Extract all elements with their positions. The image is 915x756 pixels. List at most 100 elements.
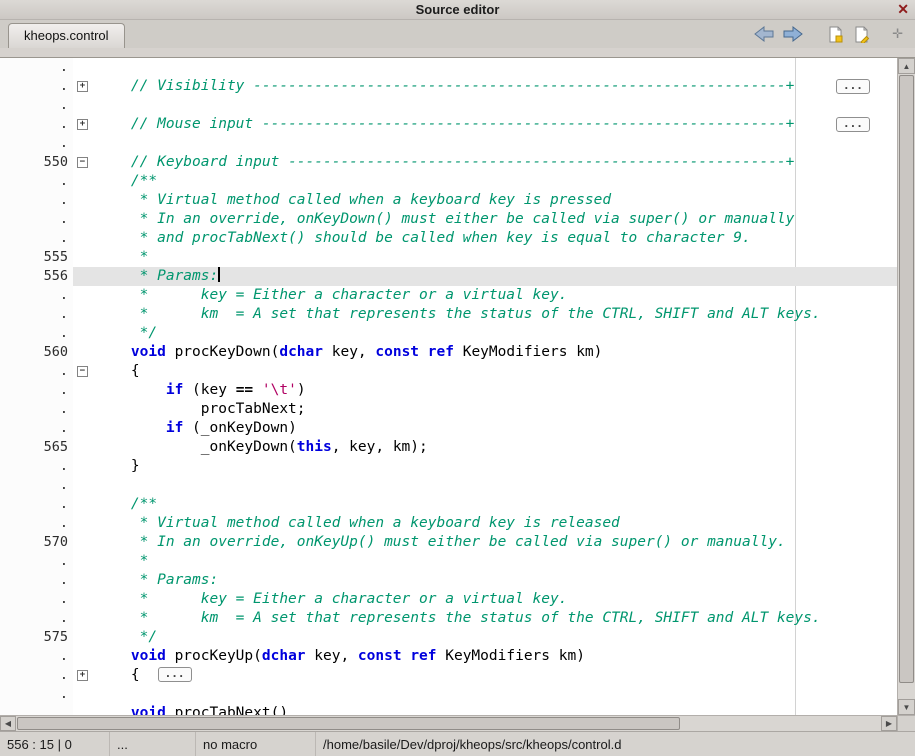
- code-line[interactable]: . /**: [0, 172, 897, 191]
- chrome-spacer: [0, 48, 915, 57]
- line-number: .: [0, 96, 73, 115]
- save-file-as-icon[interactable]: [853, 26, 870, 43]
- fold-margin: [73, 476, 95, 495]
- code-line[interactable]: .+ {...: [0, 666, 897, 685]
- line-number: .: [0, 552, 73, 571]
- code-line[interactable]: 565 _onKeyDown(this, key, km);: [0, 438, 897, 457]
- code-lines[interactable]: ..+ // Visibility ----------------------…: [0, 58, 897, 715]
- folded-code-ellipsis[interactable]: ...: [836, 117, 870, 132]
- code-text: void procKeyDown(dchar key, const ref Ke…: [95, 343, 897, 362]
- code-line[interactable]: .: [0, 96, 897, 115]
- scroll-down-icon[interactable]: ▼: [898, 699, 915, 715]
- code-text: * In an override, onKeyDown() must eithe…: [95, 210, 897, 229]
- forward-arrow-icon[interactable]: [783, 26, 803, 42]
- code-line[interactable]: . void procTabNext(): [0, 704, 897, 715]
- code-text: procTabNext;: [95, 400, 897, 419]
- fold-margin: [73, 457, 95, 476]
- code-line[interactable]: .: [0, 476, 897, 495]
- code-line[interactable]: . }: [0, 457, 897, 476]
- fold-collapse-icon[interactable]: −: [77, 157, 88, 168]
- line-number: .: [0, 647, 73, 666]
- fold-margin[interactable]: −: [73, 153, 95, 172]
- code-line[interactable]: .− {: [0, 362, 897, 381]
- code-line[interactable]: 555 *: [0, 248, 897, 267]
- vertical-scroll-thumb[interactable]: [899, 75, 914, 683]
- fold-margin[interactable]: −: [73, 362, 95, 381]
- horizontal-scrollbar[interactable]: ◀ ▶: [0, 716, 897, 731]
- code-line[interactable]: . /**: [0, 495, 897, 514]
- code-line[interactable]: 575 */: [0, 628, 897, 647]
- code-line[interactable]: . if (key == '\t'): [0, 381, 897, 400]
- code-line[interactable]: . * Params:: [0, 571, 897, 590]
- code-text: */: [95, 628, 897, 647]
- code-line[interactable]: .: [0, 685, 897, 704]
- scrollbar-corner: [897, 716, 915, 731]
- line-number: .: [0, 419, 73, 438]
- code-text: void procTabNext(): [95, 704, 897, 715]
- vertical-scrollbar[interactable]: ▲ ▼: [897, 58, 915, 715]
- code-line[interactable]: 556 * Params:: [0, 267, 897, 286]
- scroll-up-icon[interactable]: ▲: [898, 58, 915, 74]
- fold-margin: [73, 438, 95, 457]
- fold-margin: [73, 381, 95, 400]
- code-text: {: [95, 362, 897, 381]
- titlebar[interactable]: Source editor ✕: [0, 0, 915, 20]
- status-file-path: /home/basile/Dev/dproj/kheops/src/kheops…: [316, 732, 915, 756]
- back-arrow-icon[interactable]: [754, 26, 774, 42]
- code-line[interactable]: . * key = Either a character or a virtua…: [0, 286, 897, 305]
- code-line[interactable]: 570 * In an override, onKeyUp() must eit…: [0, 533, 897, 552]
- code-line[interactable]: . *: [0, 552, 897, 571]
- code-text: // Keyboard input ----------------------…: [95, 153, 897, 172]
- fold-margin[interactable]: +: [73, 666, 95, 685]
- code-line[interactable]: . */: [0, 324, 897, 343]
- code-line[interactable]: . * km = A set that represents the statu…: [0, 305, 897, 324]
- fold-margin: [73, 609, 95, 628]
- fold-margin[interactable]: +: [73, 115, 95, 134]
- line-number: 570: [0, 533, 73, 552]
- fold-margin: [73, 628, 95, 647]
- code-line[interactable]: .+ // Visibility -----------------------…: [0, 77, 897, 96]
- scroll-left-icon[interactable]: ◀: [0, 716, 16, 731]
- code-line[interactable]: . procTabNext;: [0, 400, 897, 419]
- tab-kheops-control[interactable]: kheops.control: [8, 23, 125, 48]
- code-line[interactable]: . if (_onKeyDown): [0, 419, 897, 438]
- code-editor[interactable]: ..+ // Visibility ----------------------…: [0, 57, 915, 715]
- code-line[interactable]: . * Virtual method called when a keyboar…: [0, 191, 897, 210]
- code-line[interactable]: . * key = Either a character or a virtua…: [0, 590, 897, 609]
- window-title: Source editor: [416, 2, 500, 17]
- code-line[interactable]: . void procKeyUp(dchar key, const ref Ke…: [0, 647, 897, 666]
- fold-margin[interactable]: +: [73, 77, 95, 96]
- line-number: .: [0, 229, 73, 248]
- tab-bar: kheops.control: [0, 20, 915, 48]
- scroll-right-icon[interactable]: ▶: [881, 716, 897, 731]
- code-line[interactable]: . * and procTabNext() should be called w…: [0, 229, 897, 248]
- code-text: *: [95, 248, 897, 267]
- save-file-icon[interactable]: [827, 26, 844, 43]
- line-number: .: [0, 495, 73, 514]
- fold-collapse-icon[interactable]: −: [77, 366, 88, 377]
- code-line[interactable]: . * In an override, onKeyDown() must eit…: [0, 210, 897, 229]
- code-line[interactable]: . * Virtual method called when a keyboar…: [0, 514, 897, 533]
- toolbar-grip-icon[interactable]: ✛: [892, 26, 903, 42]
- fold-expand-icon[interactable]: +: [77, 119, 88, 130]
- code-line[interactable]: 560 void procKeyDown(dchar key, const re…: [0, 343, 897, 362]
- status-bar: 556 : 15 | 0 ... no macro /home/basile/D…: [0, 731, 915, 756]
- close-icon[interactable]: ✕: [897, 1, 909, 18]
- code-line[interactable]: .: [0, 134, 897, 153]
- fold-margin: [73, 191, 95, 210]
- fold-expand-icon[interactable]: +: [77, 81, 88, 92]
- code-line[interactable]: .: [0, 58, 897, 77]
- folded-code-ellipsis[interactable]: ...: [836, 79, 870, 94]
- code-text: /**: [95, 495, 897, 514]
- code-text: * km = A set that represents the status …: [95, 305, 897, 324]
- line-number: .: [0, 514, 73, 533]
- code-line[interactable]: . * km = A set that represents the statu…: [0, 609, 897, 628]
- line-number: 560: [0, 343, 73, 362]
- fold-margin: [73, 514, 95, 533]
- code-text: /**: [95, 172, 897, 191]
- horizontal-scroll-thumb[interactable]: [17, 717, 680, 730]
- fold-expand-icon[interactable]: +: [77, 670, 88, 681]
- code-line[interactable]: 550− // Keyboard input -----------------…: [0, 153, 897, 172]
- code-line[interactable]: .+ // Mouse input ----------------------…: [0, 115, 897, 134]
- folded-code-ellipsis[interactable]: ...: [158, 667, 192, 682]
